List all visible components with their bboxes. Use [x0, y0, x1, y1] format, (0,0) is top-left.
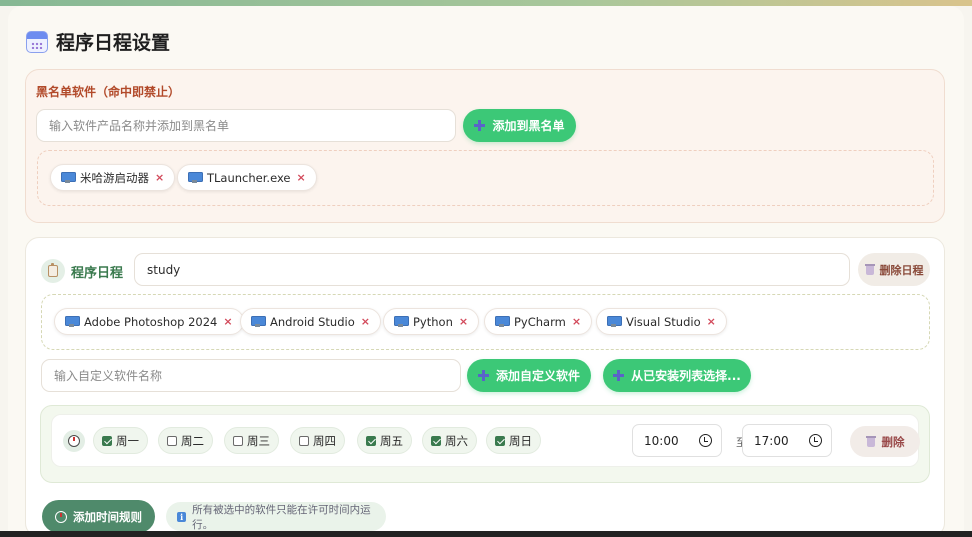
monitor-icon: [65, 316, 80, 327]
start-time-value: 10:00: [644, 433, 679, 448]
delete-schedule-label: 删除日程: [879, 263, 924, 277]
add-to-blacklist-label: 添加到黑名单: [492, 119, 565, 133]
delete-schedule-button[interactable]: 删除日程: [858, 253, 930, 286]
day-toggle-wed[interactable]: 周三: [224, 427, 279, 454]
trash-icon: [864, 264, 875, 275]
checkbox-icon: [431, 435, 441, 446]
stopwatch-icon: [55, 510, 67, 523]
schedule-app-zone: Adobe Photoshop 2024 × Android Studio × …: [41, 294, 930, 350]
day-label: 周六: [445, 433, 468, 448]
blacklist-title: 黑名单软件（命中即禁止）: [36, 85, 181, 99]
stopwatch-icon: [68, 435, 80, 447]
blacklist-card: 黑名单软件（命中即禁止） 添加到黑名单 米哈游启动器 × TLauncher.e…: [25, 69, 945, 223]
end-time-value: 17:00: [754, 433, 789, 448]
delete-rule-button[interactable]: 删除: [850, 426, 920, 457]
plus-icon: [477, 370, 489, 381]
custom-app-input-wrapper: [41, 359, 461, 392]
remove-tag-icon[interactable]: ×: [296, 171, 305, 184]
app-tag: Visual Studio ×: [596, 308, 727, 335]
blacklist-tag-label: 米哈游启动器: [80, 170, 149, 185]
add-time-rule-button[interactable]: 添加时间规则: [42, 500, 155, 533]
select-installed-button[interactable]: 从已安装列表选择...: [603, 359, 751, 392]
app-tag-label: Python: [413, 314, 453, 329]
day-label: 周三: [247, 433, 270, 448]
select-installed-label: 从已安装列表选择...: [631, 369, 741, 383]
blacklist-tag-label: TLauncher.exe: [207, 170, 291, 185]
day-toggle-mon[interactable]: 周一: [93, 427, 148, 454]
remove-tag-icon[interactable]: ×: [707, 315, 716, 328]
trash-icon: [865, 436, 876, 447]
blacklist-tag: TLauncher.exe ×: [177, 164, 317, 191]
delete-rule-label: 删除: [881, 434, 905, 449]
hint-box: i 所有被选中的软件只能在许可时间内运行。: [166, 502, 386, 531]
plus-icon: [613, 370, 625, 381]
day-label: 周一: [116, 433, 139, 448]
remove-tag-icon[interactable]: ×: [223, 315, 232, 328]
day-label: 周五: [380, 433, 403, 448]
day-label: 周日: [509, 433, 532, 448]
page-title: 程序日程设置: [26, 28, 170, 55]
page-title-text: 程序日程设置: [56, 32, 171, 54]
add-custom-app-label: 添加自定义软件: [495, 369, 580, 383]
remove-tag-icon[interactable]: ×: [459, 315, 468, 328]
day-toggle-sun[interactable]: 周日: [486, 427, 541, 454]
schedule-title: 程序日程: [41, 259, 123, 283]
checkbox-icon: [495, 435, 505, 446]
day-label: 周四: [313, 433, 336, 448]
day-toggle-tue[interactable]: 周二: [158, 427, 213, 454]
time-rule-row: 周一 周二 周三 周四 周五 周六 周日 10:00 17:00 删除: [51, 414, 920, 467]
custom-app-input[interactable]: [54, 368, 448, 383]
add-to-blacklist-button[interactable]: 添加到黑名单: [463, 109, 576, 142]
day-toggle-sat[interactable]: 周六: [422, 427, 477, 454]
day-toggle-fri[interactable]: 周五: [357, 427, 412, 454]
hint-text: 所有被选中的软件只能在许可时间内运行。: [192, 503, 371, 531]
schedule-card: 程序日程 删除日程 Adobe Photoshop 2024 × Android…: [25, 237, 945, 537]
app-tag-label: Android Studio: [270, 314, 355, 329]
monitor-icon: [495, 316, 510, 327]
calendar-icon: [26, 30, 48, 53]
checkbox-icon: [233, 435, 243, 446]
monitor-icon: [607, 316, 622, 327]
schedule-name-input[interactable]: [147, 262, 837, 277]
blacklist-input[interactable]: [49, 118, 443, 133]
day-toggle-thu[interactable]: 周四: [290, 427, 345, 454]
monitor-icon: [251, 316, 266, 327]
end-time-input[interactable]: 17:00: [742, 424, 832, 457]
app-tag-label: Adobe Photoshop 2024: [84, 314, 218, 329]
blacklist-tag-zone: 米哈游启动器 × TLauncher.exe ×: [37, 150, 934, 206]
clock-icon: [699, 434, 712, 447]
blacklist-tag: 米哈游启动器 ×: [50, 164, 176, 191]
schedule-title-text: 程序日程: [71, 265, 124, 281]
app-tag: Adobe Photoshop 2024 ×: [54, 308, 244, 335]
clipboard-icon: [41, 259, 65, 283]
app-tag: PyCharm ×: [484, 308, 593, 335]
remove-tag-icon[interactable]: ×: [361, 315, 370, 328]
blacklist-input-wrapper: [36, 109, 456, 142]
schedule-name-wrapper: [134, 253, 850, 286]
remove-tag-icon[interactable]: ×: [155, 171, 164, 184]
monitor-icon: [61, 172, 76, 183]
bottom-edge: [0, 531, 972, 537]
app-tag: Python ×: [383, 308, 480, 335]
checkbox-icon: [299, 435, 309, 446]
remove-tag-icon[interactable]: ×: [572, 315, 581, 328]
app-tag-label: PyCharm: [514, 314, 566, 329]
add-time-rule-label: 添加时间规则: [73, 509, 142, 524]
time-rule-box: 周一 周二 周三 周四 周五 周六 周日 10:00 17:00 删除: [40, 405, 930, 483]
checkbox-icon: [102, 435, 112, 446]
day-label: 周二: [181, 433, 204, 448]
info-icon: i: [177, 511, 187, 522]
app-tag: Android Studio ×: [240, 308, 381, 335]
rule-clock-badge: [63, 430, 85, 452]
start-time-input[interactable]: 10:00: [632, 424, 722, 457]
checkbox-icon: [167, 435, 177, 446]
clock-icon: [809, 434, 822, 447]
monitor-icon: [394, 316, 409, 327]
add-custom-app-button[interactable]: 添加自定义软件: [467, 359, 591, 392]
checkbox-icon: [366, 435, 376, 446]
plus-icon: [474, 120, 486, 131]
app-tag-label: Visual Studio: [626, 314, 701, 329]
monitor-icon: [188, 172, 203, 183]
